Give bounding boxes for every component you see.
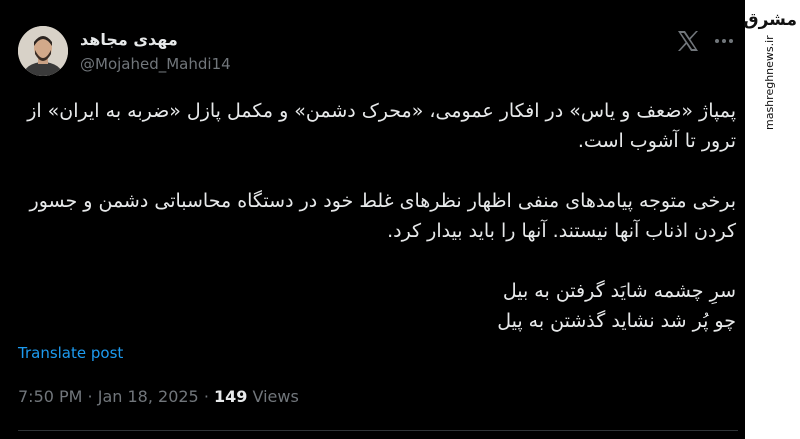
- post-text: پمپاژ «ضعف و یاس» در افکار عمومی، «محرک …: [18, 96, 736, 336]
- post-paragraph: پمپاژ «ضعف و یاس» در افکار عمومی، «محرک …: [27, 100, 736, 152]
- author-handle[interactable]: @Mojahed_Mahdi14: [80, 55, 231, 73]
- post-verse-line: چو پُر شد نشاید گذشتن به پیل: [497, 310, 736, 332]
- meta-separator: ·: [198, 387, 214, 406]
- divider: [18, 430, 738, 431]
- translate-post-link[interactable]: Translate post: [18, 344, 123, 362]
- author-name[interactable]: مهدی مجاهد: [80, 30, 178, 49]
- post-verse-line: سرِ چشمه شایَد گرفتن به بیل: [502, 280, 736, 302]
- post-time[interactable]: 7:50 PM: [18, 387, 82, 406]
- meta-separator: ·: [82, 387, 98, 406]
- views-count: 149: [214, 387, 248, 406]
- post-meta: 7:50 PM · Jan 18, 2025 · 149 Views: [18, 387, 299, 406]
- avatar[interactable]: [18, 26, 68, 76]
- watermark-site: mashreghnews.ir: [763, 35, 776, 130]
- x-logo-icon: [676, 30, 700, 52]
- watermark-strip: مشرق mashreghnews.ir: [743, 0, 800, 439]
- post-date[interactable]: Jan 18, 2025: [98, 387, 199, 406]
- watermark-logo: مشرق: [743, 10, 797, 30]
- tweet-card: مهدی مجاهد @Mojahed_Mahdi14 پمپاژ «ضعف و…: [0, 0, 745, 439]
- views-label: Views: [252, 387, 299, 406]
- avatar-image: [18, 26, 68, 76]
- more-options-icon[interactable]: [712, 30, 736, 52]
- post-paragraph: برخی متوجه پیامدهای منفی اظهار نظرهای غل…: [29, 190, 736, 242]
